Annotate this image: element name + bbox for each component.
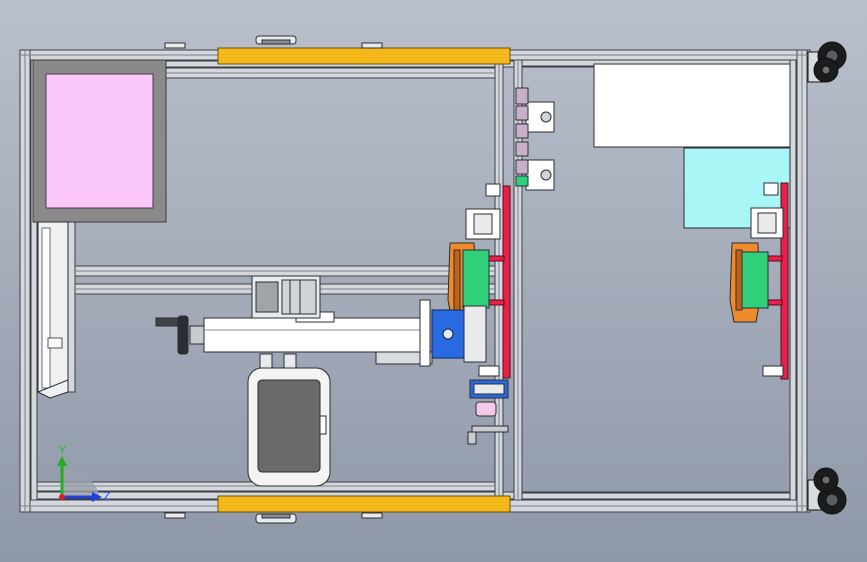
cad-assembly-view: Y Z	[0, 0, 867, 562]
pink-panel	[45, 73, 154, 209]
triad-z-label: Z	[103, 490, 111, 503]
servo-motor	[251, 275, 321, 319]
blue-block-bolt	[442, 328, 454, 340]
white-enclosure	[593, 63, 791, 148]
left-slide-rail	[36, 221, 69, 399]
top-yellow-guard	[217, 47, 511, 65]
connecting-plate	[463, 305, 487, 363]
red-mount-bar-left	[502, 185, 511, 379]
frame-right-post-inner	[789, 59, 797, 501]
frame-inner-left-post	[67, 221, 76, 393]
chain-link-bracket	[515, 87, 529, 187]
bottom-yellow-guard	[217, 495, 511, 513]
triad-origin	[59, 494, 65, 500]
frame-right-inner-bottom	[521, 492, 791, 500]
triad-y-label: Y	[58, 444, 66, 457]
hmi-screen	[247, 353, 331, 487]
